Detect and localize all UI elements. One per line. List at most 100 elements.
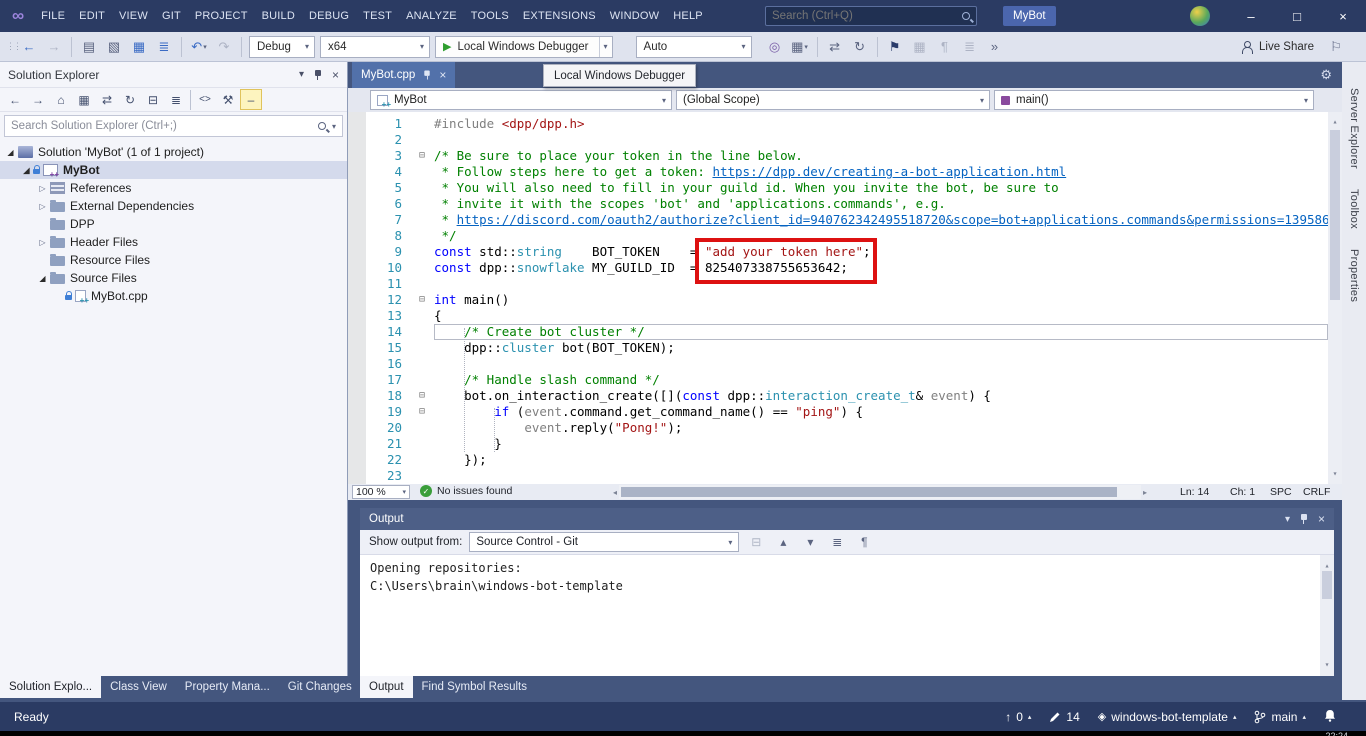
right-tab-properties[interactable]: Properties [1348,249,1360,302]
output-content[interactable]: Opening repositories:C:\Users\brain\wind… [360,555,1334,676]
panel-tab-class-view[interactable]: Class View [101,676,176,698]
tree-expanded-arrow-icon[interactable]: ◢ [4,148,17,157]
window-position-icon[interactable]: ▾ [1285,514,1290,525]
document-well-options-gear-icon[interactable]: ⚙ [1320,67,1332,83]
bookmark-icon[interactable]: ⚑ [885,36,905,58]
maximize-button[interactable]: □ [1274,0,1320,32]
code-line[interactable]: 17 /* Handle slash command */ [348,372,1328,388]
branch-button[interactable]: main ▴ [1254,710,1306,724]
tree-item-external-dependencies[interactable]: ▷External Dependencies [0,197,347,215]
tree-expanded-arrow-icon[interactable]: ◢ [20,166,33,175]
sync-namespaces-icon[interactable]: ⇄ [825,36,845,58]
menu-project[interactable]: PROJECT [188,5,255,27]
tree-item-mybot[interactable]: ◢MyBot [0,161,347,179]
next-message-icon[interactable]: ▾ [800,532,820,552]
output-vertical-scrollbar[interactable]: ▴ ▾ [1320,555,1334,676]
tree-item-header-files[interactable]: ▷Header Files [0,233,347,251]
tree-collapsed-arrow-icon[interactable]: ▷ [36,202,49,211]
document-tab-mybot-cpp[interactable]: MyBot.cpp × [352,62,455,88]
tree-expanded-arrow-icon[interactable]: ◢ [36,274,49,283]
tree-item-source-files[interactable]: ◢Source Files [0,269,347,287]
document-health-indicator[interactable]: ✓ No issues found [420,485,512,497]
menu-git[interactable]: GIT [155,5,188,27]
panel-tab-git-changes[interactable]: Git Changes [279,676,361,698]
tree-item-references[interactable]: ▷References [0,179,347,197]
output-source-dropdown[interactable]: Source Control - Git ▾ [469,532,739,552]
quick-search-input[interactable] [772,10,962,22]
undo-icon[interactable]: ↶▾ [189,36,209,58]
editor-horizontal-scrollbar[interactable]: ◂ ▸ [613,485,1147,499]
code-line[interactable]: 18⊟ bot.on_interaction_create([](const d… [348,388,1328,404]
find-message-icon[interactable]: ⊟ [746,532,766,552]
save-all-icon[interactable]: ≣ [154,36,174,58]
toolbar-grip[interactable]: ⋮⋮ [6,42,14,51]
breakpoints-window-icon[interactable]: ▦▾ [790,36,810,58]
panel-tab-find-symbol-results[interactable]: Find Symbol Results [413,676,536,698]
menu-window[interactable]: WINDOW [603,5,666,27]
menu-analyze[interactable]: ANALYZE [399,5,464,27]
pin-icon[interactable] [1300,513,1308,525]
navigate-back-icon[interactable]: ← [19,36,39,58]
comment-icon[interactable]: ≣ [960,36,980,58]
solution-search-box[interactable]: ▾ [4,115,343,137]
start-debugging-button[interactable]: ▶ Local Windows Debugger ▾ [435,36,613,58]
navigate-forward-icon[interactable]: → [44,36,64,58]
se-sync-active-document-icon[interactable]: ⇄ [96,89,118,110]
tree-item-solution-mybot-1-of-1-project[interactable]: ◢Solution 'MyBot' (1 of 1 project) [0,143,347,161]
code-line[interactable]: 6 * invite it with the scopes 'bot' and … [348,196,1328,212]
code-line[interactable]: 21 } [348,436,1328,452]
project-dropdown[interactable]: MyBot ▾ [370,90,672,110]
menu-test[interactable]: TEST [356,5,399,27]
code-line[interactable]: 22 }); [348,452,1328,468]
scrollbar-thumb[interactable] [1322,571,1332,599]
tree-item-resource-files[interactable]: Resource Files [0,251,347,269]
close-panel-icon[interactable]: × [332,68,339,82]
outgoing-commits-button[interactable]: ↑ 0 ▴ [1005,710,1031,724]
configuration-dropdown[interactable]: Debug ▾ [249,36,315,58]
menu-extensions[interactable]: EXTENSIONS [516,5,603,27]
debugger-dropdown-icon[interactable]: ▾ [599,37,612,57]
code-line[interactable]: 2 [348,132,1328,148]
menu-build[interactable]: BUILD [255,5,302,27]
code-line[interactable]: 20 event.reply("Pong!"); [348,420,1328,436]
member-dropdown[interactable]: main() ▾ [994,90,1314,110]
code-line[interactable]: 4 * Follow steps here to get a token: ht… [348,164,1328,180]
code-line[interactable]: 19⊟ if (event.command.get_command_name()… [348,404,1328,420]
se-switch-views-icon[interactable]: ▦ [73,89,95,110]
account-avatar[interactable] [1190,6,1210,26]
pin-icon[interactable] [314,69,322,81]
fold-collapse-icon[interactable]: ⊟ [410,404,434,420]
repository-button[interactable]: ◈ windows-bot-template ▴ [1098,710,1237,724]
redo-icon[interactable]: ↷ [214,36,234,58]
panel-tab-property-mana[interactable]: Property Mana... [176,676,279,698]
solution-search-input[interactable] [11,120,312,132]
se-refresh-icon[interactable]: ↻ [119,89,141,110]
fold-collapse-icon[interactable]: ⊟ [410,388,434,404]
zoom-dropdown[interactable]: 100 % ▾ [352,485,410,499]
add-item-icon[interactable]: ▧ [104,36,124,58]
close-tab-icon[interactable]: × [439,68,446,82]
scope-dropdown[interactable]: (Global Scope) ▾ [676,90,990,110]
fold-collapse-icon[interactable]: ⊟ [410,292,434,308]
close-button[interactable]: × [1320,0,1366,32]
code-line[interactable]: 5 * You will also need to fill in your g… [348,180,1328,196]
code-line[interactable]: 13{ [348,308,1328,324]
scrollbar-thumb[interactable] [1330,130,1340,300]
refresh-icon[interactable]: ↻ [850,36,870,58]
scroll-up-icon[interactable]: ▴ [1328,114,1342,130]
tree-item-mybot-cpp[interactable]: MyBot.cpp [0,287,347,305]
clear-all-icon[interactable]: ≣ [827,532,847,552]
new-project-icon[interactable]: ▤ [79,36,99,58]
feedback-icon[interactable]: ⚐ [1326,36,1346,58]
pin-icon[interactable] [424,70,431,81]
code-line[interactable]: 3⊟/* Be sure to place your token in the … [348,148,1328,164]
fold-collapse-icon[interactable]: ⊟ [410,148,434,164]
toolbar-overflow-icon[interactable]: » [985,36,1005,58]
se-back-icon[interactable]: ← [4,89,26,110]
code-line[interactable]: 12⊟int main() [348,292,1328,308]
se-home-icon[interactable]: ⌂ [50,89,72,110]
word-wrap-icon[interactable]: ¶ [935,36,955,58]
save-icon[interactable]: ▦ [129,36,149,58]
code-line[interactable]: 15 dpp::cluster bot(BOT_TOKEN); [348,340,1328,356]
scroll-down-icon[interactable]: ▾ [1320,656,1334,674]
